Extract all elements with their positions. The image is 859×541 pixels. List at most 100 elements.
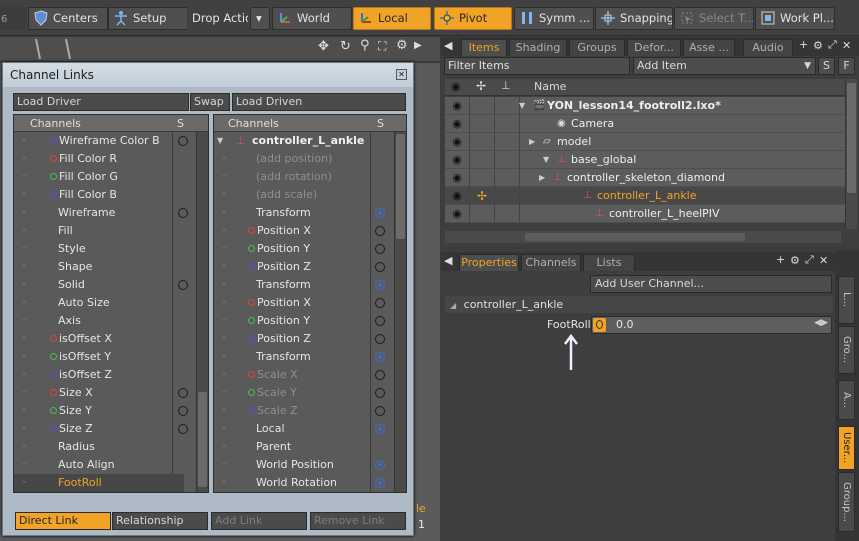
- state-circle-icon[interactable]: [178, 280, 188, 290]
- driven-channel-row[interactable]: ╶ Transform: [214, 348, 392, 366]
- symmetry-button[interactable]: Symm ...: [514, 7, 594, 30]
- visibility-eye-icon[interactable]: ◉: [447, 187, 467, 205]
- zoom-icon[interactable]: ⚲: [360, 38, 370, 53]
- state-circle-icon[interactable]: [375, 316, 385, 326]
- select-through-button[interactable]: Select T...: [674, 7, 754, 30]
- maximize-icon[interactable]: ⛶: [378, 39, 386, 54]
- visibility-eye-icon[interactable]: ◉: [447, 205, 467, 223]
- items-h-scrollbar[interactable]: [445, 231, 841, 243]
- tab-channels[interactable]: Channels: [521, 254, 581, 271]
- stepper-icon[interactable]: ◀▶: [814, 318, 828, 328]
- state-circle-icon[interactable]: [178, 208, 188, 218]
- side-tab-l[interactable]: L...: [838, 276, 855, 324]
- close-icon[interactable]: ✕: [396, 69, 407, 80]
- channel-key-icon[interactable]: [375, 424, 385, 434]
- driven-channel-row[interactable]: ╶ Position X: [214, 222, 392, 240]
- driven-channel-row[interactable]: ╶ Position Z: [214, 258, 392, 276]
- driven-scrollbar[interactable]: [394, 132, 406, 492]
- load-driver-button[interactable]: Load Driver: [13, 93, 189, 111]
- state-circle-icon[interactable]: [178, 136, 188, 146]
- driven-channel-row[interactable]: ╶ (add rotation): [214, 168, 392, 186]
- tab-deformers[interactable]: Defor...: [627, 39, 681, 56]
- driven-channel-row[interactable]: ╶ World Rotation: [214, 474, 392, 492]
- driven-channel-row[interactable]: ╶ Local: [214, 420, 392, 438]
- driven-channel-row[interactable]: ╶ Transform: [214, 276, 392, 294]
- items-scrollbar[interactable]: [845, 79, 857, 229]
- driver-channel-row[interactable]: ╶ Size X: [14, 384, 188, 402]
- visibility-eye-icon[interactable]: ◉: [447, 133, 467, 151]
- gear-icon[interactable]: ⚙: [396, 38, 408, 53]
- driver-channel-row[interactable]: ╶ Fill Color R: [14, 150, 184, 168]
- lock-icon[interactable]: ✢: [477, 187, 487, 205]
- close-icon[interactable]: ✕: [842, 39, 851, 52]
- driver-channel-row[interactable]: ╶ Axis: [14, 312, 184, 330]
- chevron-right-icon[interactable]: ▶: [414, 40, 422, 51]
- driver-channel-row[interactable]: ╶ Wireframe: [14, 204, 188, 222]
- scroll-thumb[interactable]: [396, 134, 405, 239]
- driver-scrollbar[interactable]: [196, 132, 208, 492]
- driver-channel-row[interactable]: ╶ Solid: [14, 276, 188, 294]
- visibility-eye-icon[interactable]: ◉: [447, 151, 467, 169]
- collapse-arrow-icon[interactable]: ▶: [539, 169, 545, 187]
- world-button[interactable]: World: [272, 7, 352, 30]
- channel-key-icon[interactable]: [375, 352, 385, 362]
- driven-channel-row[interactable]: ╶ Scale X: [214, 366, 392, 384]
- item-row[interactable]: ◉ ▼ ⊥ base_global: [445, 151, 845, 169]
- expand-arrow-icon[interactable]: ▼: [543, 151, 549, 169]
- add-user-channel-button[interactable]: Add User Channel...: [590, 275, 832, 293]
- item-row[interactable]: ◉ ✢ ⊥ controller_L_ankle: [445, 187, 845, 205]
- direct-link-button[interactable]: Direct Link: [15, 512, 111, 530]
- scroll-thumb[interactable]: [847, 83, 856, 193]
- swap-button[interactable]: Swap: [190, 93, 230, 111]
- local-button[interactable]: Local: [353, 7, 431, 30]
- state-circle-icon[interactable]: [375, 244, 385, 254]
- side-tab-group[interactable]: Group...: [838, 472, 855, 532]
- item-row[interactable]: ◉ ⊥ controller_L_heelPIV: [445, 205, 845, 223]
- keyframe-toggle[interactable]: [593, 318, 606, 332]
- panel-menu-icon[interactable]: ◀: [444, 39, 452, 52]
- driven-channel-row[interactable]: ╶ Position X: [214, 294, 392, 312]
- driver-channel-row[interactable]: ╶ Auto Size: [14, 294, 184, 312]
- driver-channel-row[interactable]: ╶ Wireframe Color B: [14, 132, 188, 150]
- state-circle-icon[interactable]: [375, 370, 385, 380]
- add-link-button[interactable]: Add Link: [211, 512, 307, 530]
- driven-channel-row[interactable]: ╶ Parent: [214, 438, 392, 456]
- tab-groups[interactable]: Groups: [569, 39, 625, 56]
- state-circle-icon[interactable]: [375, 262, 385, 272]
- driver-channel-row[interactable]: ╶ Fill: [14, 222, 184, 240]
- state-circle-icon[interactable]: [178, 424, 188, 434]
- channel-key-icon[interactable]: [375, 460, 385, 470]
- pivot-button[interactable]: Pivot: [434, 7, 512, 30]
- state-circle-icon[interactable]: [375, 406, 385, 416]
- work-plane-button[interactable]: Work Pl...: [755, 7, 835, 30]
- gear-icon[interactable]: ⚙: [813, 39, 823, 52]
- item-row[interactable]: ◉ ◉ Camera: [445, 115, 845, 133]
- close-icon[interactable]: ✕: [819, 254, 828, 267]
- maximize-icon[interactable]: ⤢: [805, 253, 814, 267]
- driver-channel-row[interactable]: ╶ Size Z: [14, 420, 188, 438]
- tab-items[interactable]: Items: [461, 39, 507, 56]
- driven-channel-row[interactable]: ╶ (add position): [214, 150, 392, 168]
- collapse-arrow-icon[interactable]: ▶: [529, 133, 535, 151]
- item-row[interactable]: ◉ ▶ ▱ model: [445, 133, 845, 151]
- channel-key-icon[interactable]: [375, 478, 385, 488]
- driven-channel-row[interactable]: ╶ World Position: [214, 456, 392, 474]
- driver-channel-row[interactable]: ╶ Fill Color B: [14, 186, 184, 204]
- property-group-header[interactable]: ◢ controller_L_ankle: [445, 296, 833, 313]
- driven-channel-row[interactable]: ╶ Transform: [214, 204, 392, 222]
- state-circle-icon[interactable]: [178, 406, 188, 416]
- driven-channel-row[interactable]: ╶ Scale Z: [214, 402, 392, 420]
- panel-menu-icon[interactable]: ◀: [444, 254, 452, 267]
- driver-channel-row[interactable]: ╶ isOffset Y: [14, 348, 184, 366]
- dialog-title-bar[interactable]: Channel Links: [3, 63, 413, 87]
- visibility-eye-icon[interactable]: ◉: [447, 115, 467, 133]
- state-circle-icon[interactable]: [375, 388, 385, 398]
- tab-lists[interactable]: Lists: [583, 254, 635, 271]
- footroll-value-field[interactable]: 0.0 ◀▶: [591, 316, 832, 334]
- driver-channel-row[interactable]: ╶ FootRoll: [14, 474, 184, 492]
- centers-button[interactable]: Centers: [28, 7, 108, 30]
- driven-channel-row[interactable]: ▼ ⊥ controller_L_ankle: [214, 132, 392, 150]
- remove-link-button[interactable]: Remove Link: [310, 512, 406, 530]
- add-tab-icon[interactable]: +: [776, 253, 785, 266]
- expand-arrow-icon[interactable]: ▼: [519, 97, 525, 115]
